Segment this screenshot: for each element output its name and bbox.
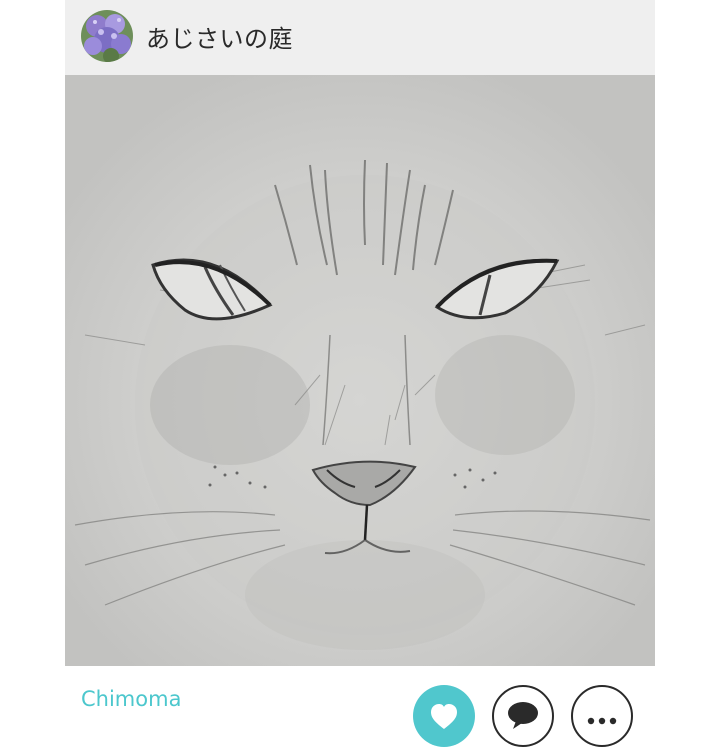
post-image[interactable]	[65, 75, 655, 666]
hydrangea-avatar-image	[81, 10, 133, 62]
like-button[interactable]	[413, 685, 475, 747]
comment-button[interactable]	[492, 685, 554, 747]
avatar[interactable]	[81, 10, 133, 62]
heart-icon	[431, 704, 457, 729]
author-link[interactable]: Chimoma	[81, 687, 181, 711]
left-margin	[0, 0, 65, 720]
ellipsis-icon	[587, 717, 617, 725]
post-header: あじさいの庭	[65, 0, 655, 75]
right-margin	[655, 0, 720, 720]
cat-sketch-image	[65, 75, 655, 666]
comment-bubble-icon	[508, 702, 538, 729]
more-options-button[interactable]	[571, 685, 633, 747]
post-username[interactable]: あじさいの庭	[146, 19, 293, 54]
